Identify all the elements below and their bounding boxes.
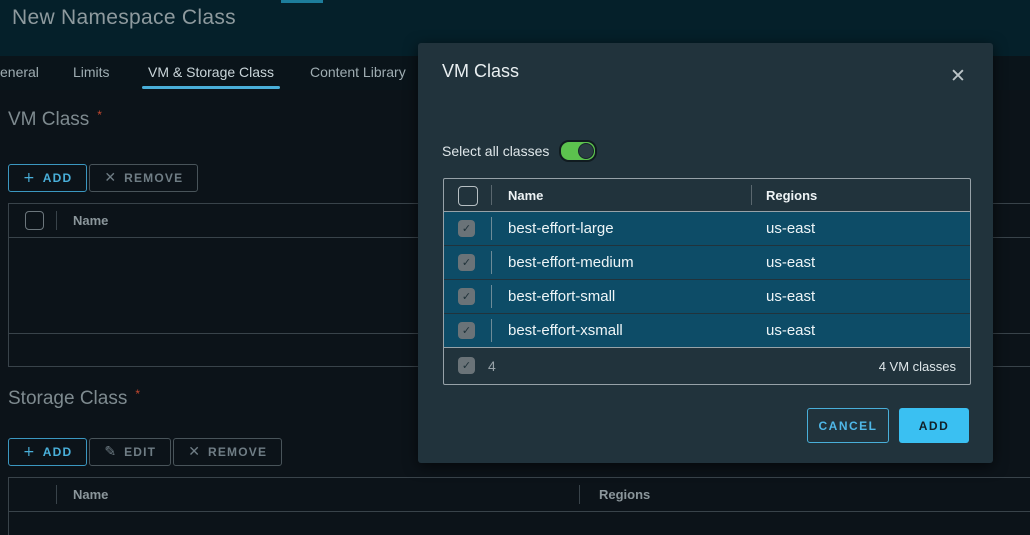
pencil-icon: ✎	[104, 444, 117, 460]
check-icon: ✓	[461, 222, 472, 235]
vm-class-remove-button[interactable]: ✕ REMOVE	[89, 164, 199, 192]
selected-count: 4	[488, 358, 496, 374]
tab-content-library[interactable]: Content Library	[310, 64, 406, 80]
tab-general[interactable]: eneral	[0, 64, 39, 80]
column-divider	[491, 251, 492, 274]
row-name: best-effort-medium	[508, 254, 634, 271]
modal-vm-class-table: Name Regions ✓ best-effort-large us-east…	[443, 178, 971, 385]
check-icon: ✓	[461, 256, 472, 269]
select-all-label: Select all classes	[442, 143, 550, 159]
column-divider	[751, 185, 752, 205]
row-regions: us-east	[766, 288, 816, 305]
column-divider	[56, 485, 57, 504]
modal-name-column-header: Name	[508, 188, 544, 203]
column-divider	[491, 285, 492, 308]
column-divider	[491, 217, 492, 240]
vm-class-name-column-header: Name	[73, 213, 109, 228]
screen: New Namespace Class eneral Limits VM & S…	[0, 0, 1030, 535]
page-title: New Namespace Class	[12, 6, 236, 29]
table-row[interactable]: ✓ best-effort-small us-east	[444, 280, 970, 314]
tab-vm-storage-class[interactable]: VM & Storage Class	[148, 64, 274, 80]
row-count-summary: 4 VM classes	[878, 359, 956, 374]
storage-class-add-label: ADD	[42, 445, 73, 459]
check-icon: ✓	[461, 359, 472, 372]
add-button[interactable]: ADD	[899, 408, 969, 443]
row-name: best-effort-xsmall	[508, 322, 623, 339]
storage-class-toolbar: + ADD ✎ EDIT ✕ REMOVE	[8, 438, 284, 466]
row-checkbox-checked[interactable]: ✓	[458, 254, 475, 271]
footer-checkbox-checked[interactable]: ✓	[458, 357, 475, 374]
row-regions: us-east	[766, 220, 816, 237]
top-accent-bar	[281, 0, 323, 3]
modal-table-header: Name Regions	[444, 179, 970, 212]
plus-icon: +	[23, 444, 35, 460]
row-checkbox-checked[interactable]: ✓	[458, 322, 475, 339]
vm-class-add-label: ADD	[42, 171, 73, 185]
row-regions: us-east	[766, 322, 816, 339]
close-x-icon: ✕	[188, 444, 200, 460]
vm-class-remove-label: REMOVE	[124, 171, 184, 185]
storage-class-section-title: Storage Class *	[8, 387, 140, 410]
row-name: best-effort-small	[508, 288, 616, 305]
storage-class-name-column-header: Name	[73, 487, 109, 502]
storage-class-edit-button[interactable]: ✎ EDIT	[89, 438, 172, 466]
tab-limits[interactable]: Limits	[73, 64, 110, 80]
row-checkbox-checked[interactable]: ✓	[458, 220, 475, 237]
active-tab-underline	[142, 86, 280, 89]
vm-class-add-button[interactable]: + ADD	[8, 164, 88, 192]
table-row[interactable]: ✓ best-effort-medium us-east	[444, 246, 970, 280]
row-checkbox-checked[interactable]: ✓	[458, 288, 475, 305]
table-row[interactable]: ✓ best-effort-xsmall us-east	[444, 314, 970, 347]
storage-class-table-header: Name Regions	[9, 478, 1030, 512]
column-divider	[579, 485, 580, 504]
vm-class-modal: VM Class ✕ Select all classes Name Regio…	[418, 43, 993, 463]
select-all-row: Select all classes	[442, 140, 598, 162]
storage-class-edit-label: EDIT	[124, 445, 157, 459]
vm-class-section-title: VM Class *	[8, 108, 102, 131]
modal-table-footer: ✓ 4 4 VM classes	[444, 347, 970, 384]
select-all-checkbox[interactable]	[25, 211, 44, 230]
vm-class-toolbar: + ADD ✕ REMOVE	[8, 164, 200, 192]
row-regions: us-east	[766, 254, 816, 271]
storage-class-remove-button[interactable]: ✕ REMOVE	[173, 438, 283, 466]
storage-class-title-text: Storage Class	[8, 388, 128, 409]
cancel-button[interactable]: CANCEL	[807, 408, 889, 443]
column-divider	[491, 319, 492, 342]
storage-class-add-button[interactable]: + ADD	[8, 438, 88, 466]
modal-title: VM Class	[442, 61, 520, 81]
required-asterisk: *	[135, 387, 141, 401]
select-all-toggle[interactable]	[559, 140, 598, 162]
modal-regions-column-header: Regions	[766, 188, 818, 203]
column-divider	[491, 185, 492, 205]
modal-button-row: CANCEL ADD	[418, 408, 969, 443]
storage-class-table: Name Regions	[8, 477, 1030, 535]
table-row[interactable]: ✓ best-effort-large us-east	[444, 212, 970, 246]
vm-class-title-text: VM Class	[8, 109, 90, 130]
check-icon: ✓	[461, 324, 472, 337]
storage-class-regions-column-header: Regions	[599, 487, 651, 502]
close-icon[interactable]: ✕	[950, 67, 966, 86]
required-asterisk: *	[97, 108, 102, 122]
plus-icon: +	[23, 170, 35, 186]
toggle-knob	[578, 143, 595, 159]
select-all-rows-checkbox[interactable]	[458, 186, 478, 206]
column-divider	[56, 211, 57, 230]
check-icon: ✓	[461, 290, 472, 303]
row-name: best-effort-large	[508, 220, 614, 237]
storage-class-remove-label: REMOVE	[207, 445, 268, 459]
close-x-icon: ✕	[104, 170, 117, 186]
